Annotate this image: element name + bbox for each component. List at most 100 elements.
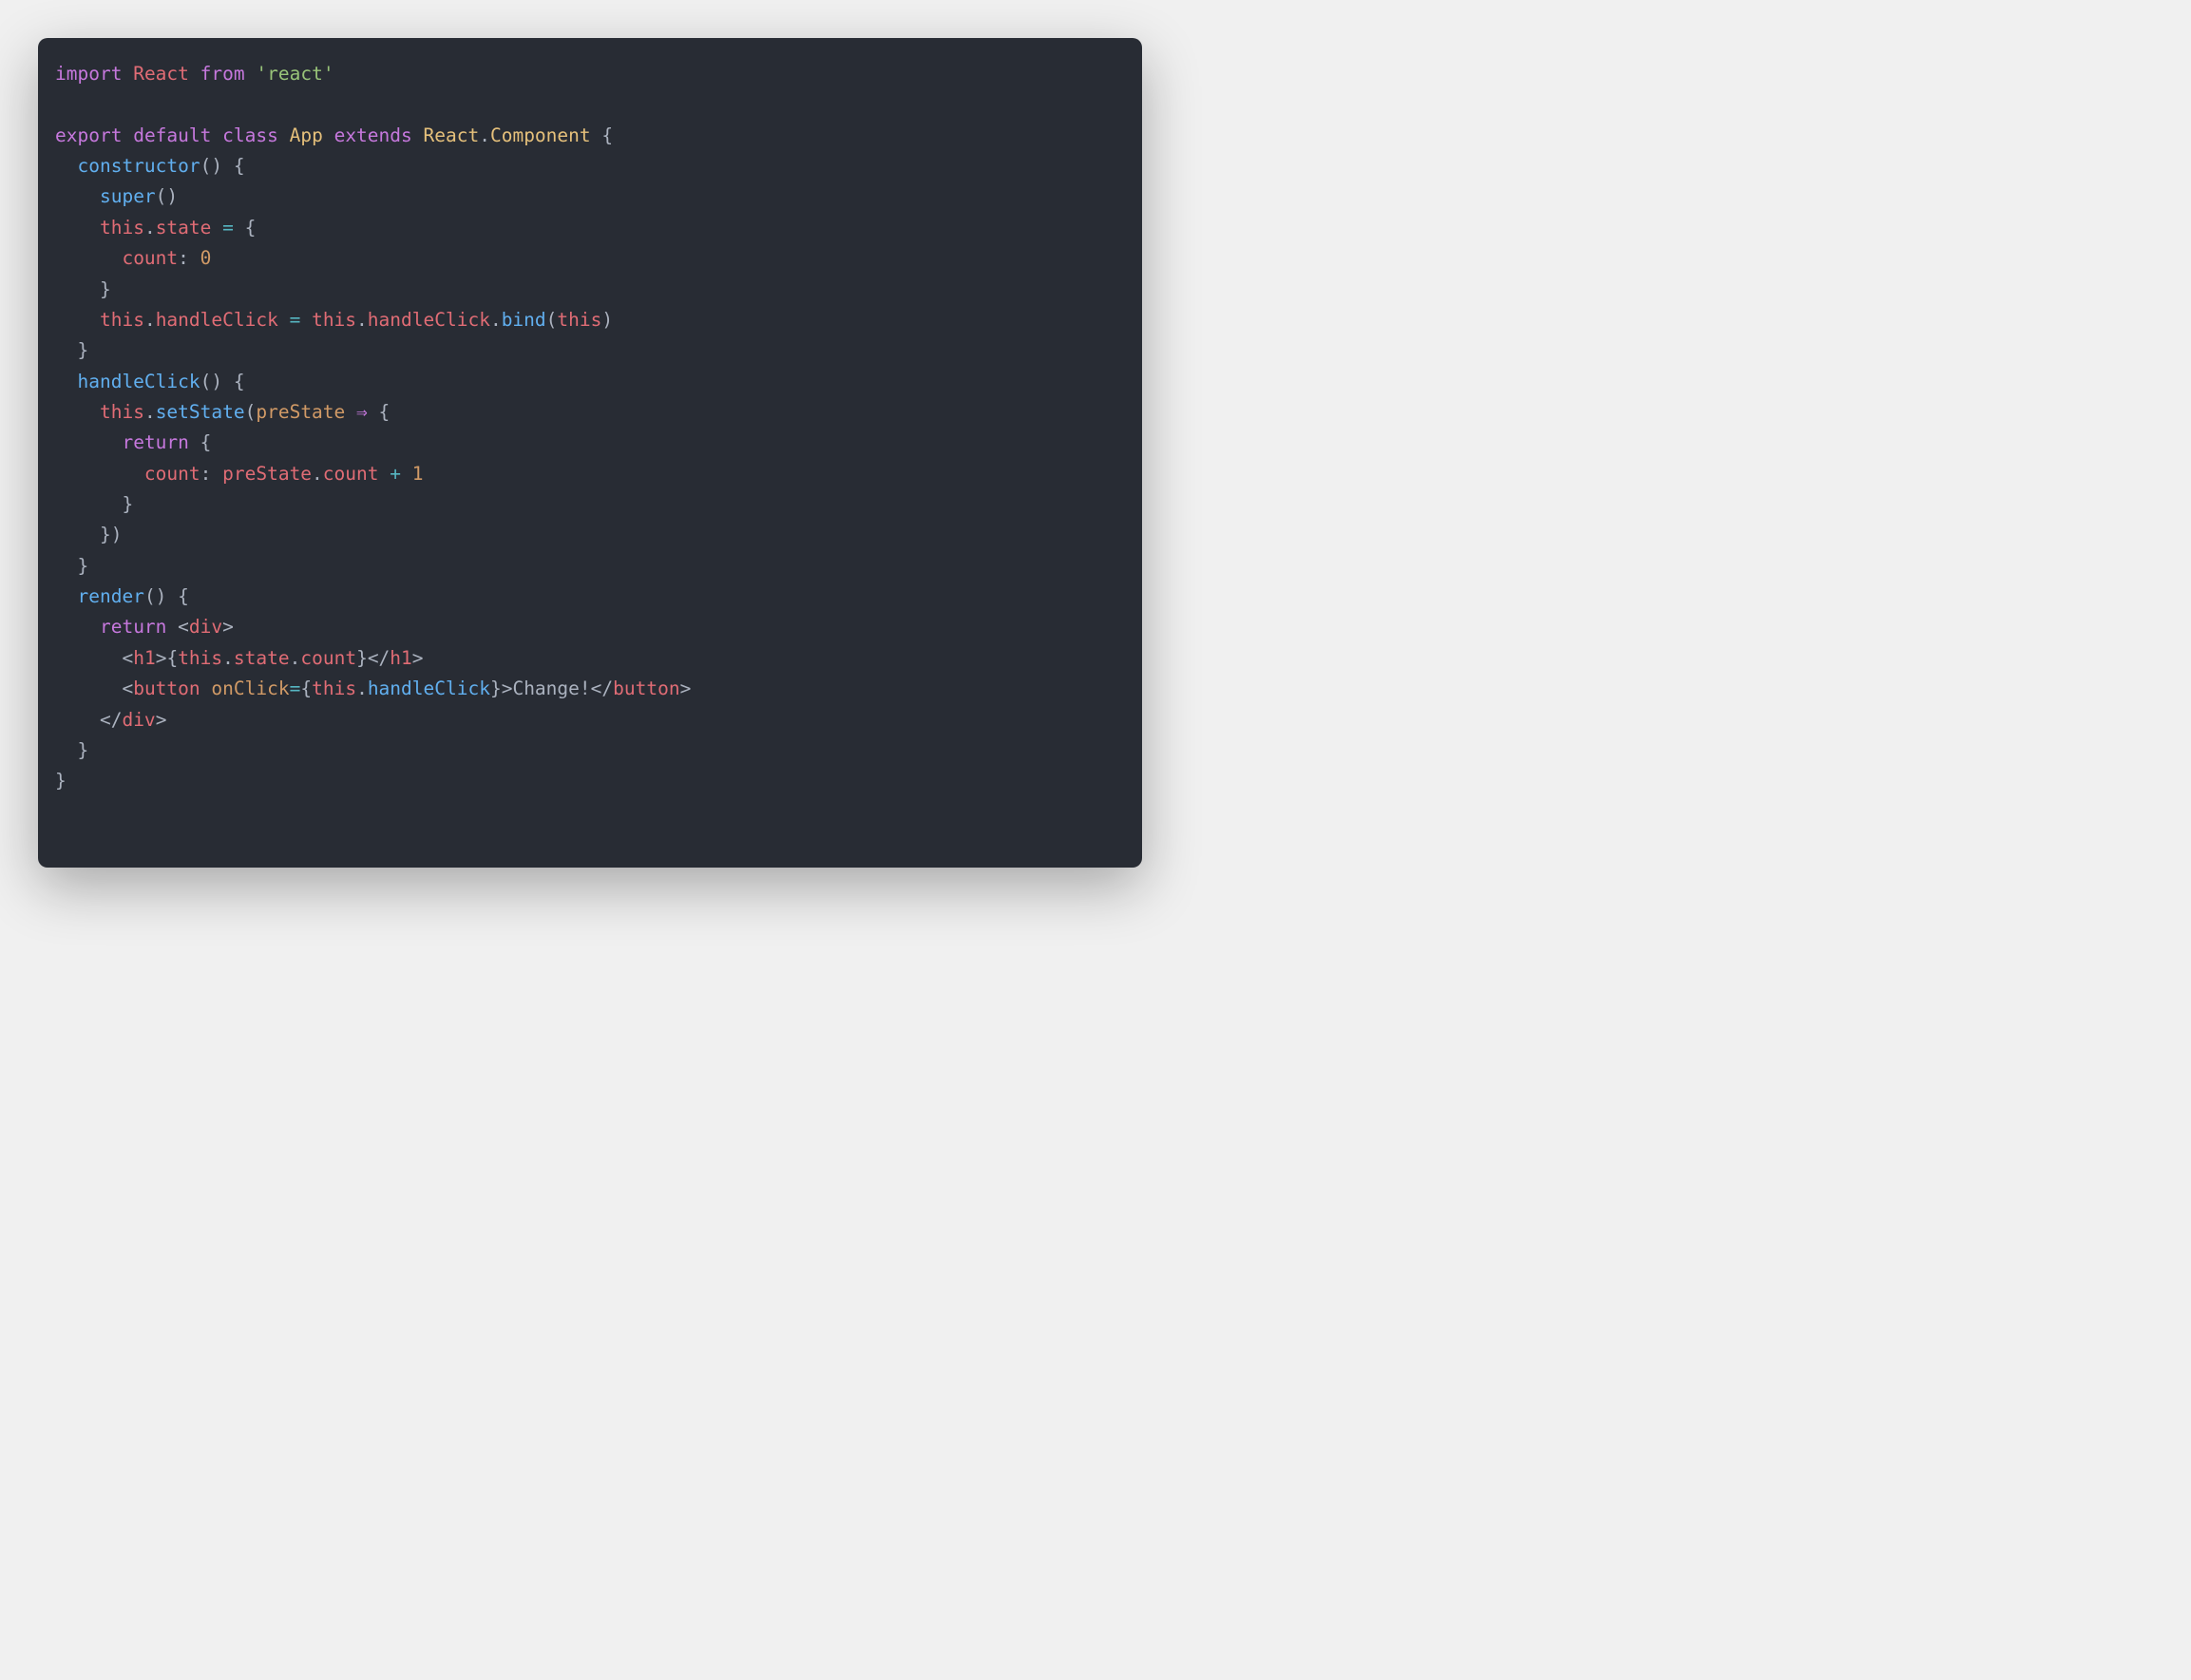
token-default	[200, 678, 212, 699]
token-function: handleClick	[77, 371, 200, 392]
token-default	[122, 124, 133, 146]
token-keyword: ⇒	[356, 401, 368, 423]
token-default	[211, 217, 222, 239]
token-tag: button	[133, 678, 200, 699]
token-punct: .	[144, 401, 156, 423]
token-tag: h1	[133, 647, 155, 669]
token-property: count	[300, 647, 356, 669]
token-punct: {	[166, 647, 178, 669]
token-default	[245, 63, 257, 85]
token-punct: .	[479, 124, 490, 146]
token-function: render	[77, 585, 143, 607]
token-default	[55, 585, 77, 607]
token-punct: <	[122, 678, 133, 699]
token-param: preState	[256, 401, 345, 423]
token-punct: >	[680, 678, 692, 699]
token-default	[189, 247, 200, 269]
token-punct: .	[356, 678, 368, 699]
token-punct: }	[122, 493, 133, 515]
token-punct: :	[200, 463, 212, 485]
token-punct: >	[412, 647, 424, 669]
token-punct: .	[490, 309, 502, 331]
token-tag: h1	[390, 647, 411, 669]
token-default	[412, 124, 424, 146]
token-punct: >	[502, 678, 513, 699]
token-default	[401, 463, 412, 485]
token-tag: button	[613, 678, 679, 699]
token-operator: =	[290, 678, 301, 699]
token-punct: ()	[144, 585, 166, 607]
code-content: import React from 'react' export default…	[55, 59, 1125, 797]
token-variable: this	[178, 647, 222, 669]
token-punct: }	[77, 339, 88, 361]
token-punct: {	[234, 155, 245, 177]
token-punct: >	[156, 647, 167, 669]
token-punct: >	[156, 709, 167, 731]
token-default	[55, 493, 122, 515]
token-keyword: extends	[334, 124, 412, 146]
token-property: count	[323, 463, 379, 485]
token-default	[55, 739, 77, 761]
token-punct: }	[356, 647, 368, 669]
token-property: handleClick	[368, 309, 490, 331]
token-punct: ()	[200, 155, 222, 177]
token-punct: )	[601, 309, 613, 331]
token-default	[55, 431, 122, 453]
token-punct: .	[144, 309, 156, 331]
token-default	[55, 185, 100, 207]
token-classname: React	[424, 124, 480, 146]
token-variable: preState	[222, 463, 312, 485]
token-variable: this	[312, 309, 356, 331]
token-function: super	[100, 185, 156, 207]
token-property: count	[122, 247, 178, 269]
token-default	[222, 155, 234, 177]
token-default	[368, 401, 379, 423]
token-default	[189, 63, 200, 85]
token-punct: }	[100, 278, 111, 300]
token-function: setState	[156, 401, 245, 423]
token-punct: (	[245, 401, 257, 423]
token-number: 1	[412, 463, 424, 485]
token-default	[234, 217, 245, 239]
token-default	[55, 371, 77, 392]
token-variable: this	[557, 309, 601, 331]
token-punct: .	[290, 647, 301, 669]
token-default	[278, 309, 290, 331]
token-punct: </	[100, 709, 122, 731]
token-variable: this	[312, 678, 356, 699]
token-classname: App	[290, 124, 323, 146]
token-keyword: default	[133, 124, 211, 146]
token-variable: this	[100, 401, 144, 423]
token-punct: {	[234, 371, 245, 392]
token-tag: div	[122, 709, 155, 731]
token-default	[55, 278, 100, 300]
token-punct: {	[601, 124, 613, 146]
token-default	[345, 401, 356, 423]
token-keyword: return	[122, 431, 188, 453]
token-punct: </	[591, 678, 613, 699]
token-string: 'react'	[256, 63, 333, 85]
token-keyword: from	[200, 63, 245, 85]
token-default	[278, 124, 290, 146]
token-keyword: class	[222, 124, 278, 146]
token-default	[55, 647, 122, 669]
token-punct: <	[122, 647, 133, 669]
token-punct: }	[77, 555, 88, 577]
code-window: import React from 'react' export default…	[38, 38, 1142, 868]
token-default	[189, 431, 200, 453]
token-tag: div	[189, 616, 222, 638]
token-punct: :	[178, 247, 189, 269]
token-property: state	[234, 647, 290, 669]
token-keyword: export	[55, 124, 122, 146]
token-default: Change!	[512, 678, 590, 699]
token-default	[591, 124, 602, 146]
token-punct: }	[55, 770, 67, 792]
token-default	[300, 309, 312, 331]
token-default	[323, 124, 334, 146]
token-attr: onClick	[211, 678, 289, 699]
token-punct: .	[356, 309, 368, 331]
token-punct: <	[178, 616, 189, 638]
token-default	[211, 463, 222, 485]
token-default	[55, 309, 100, 331]
token-function: constructor	[77, 155, 200, 177]
